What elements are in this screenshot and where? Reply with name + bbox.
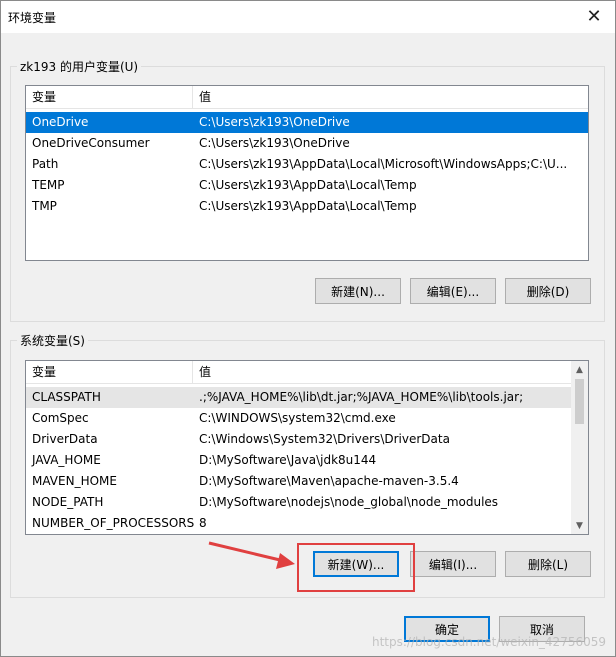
annotation-arrow-icon	[208, 541, 295, 569]
watermark: https://blog.csdn.net/weixin_42756059	[371, 635, 606, 649]
